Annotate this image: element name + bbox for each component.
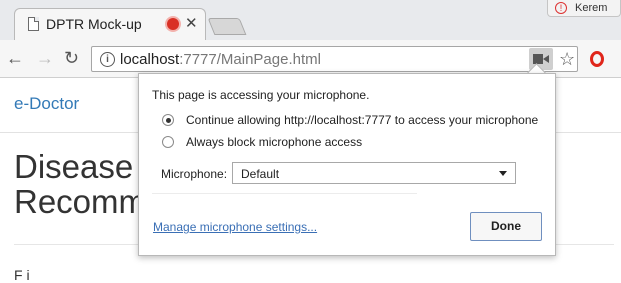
partial-text: F i — [14, 267, 30, 283]
radio-button[interactable] — [162, 136, 174, 148]
profile-icon: ! — [555, 2, 567, 14]
page-heading-line2: Recomm — [14, 183, 147, 220]
info-icon[interactable]: i — [100, 52, 115, 67]
brand-link[interactable]: e-Doctor — [14, 94, 79, 114]
page-heading: Disease Recomm — [14, 149, 146, 219]
opera-icon[interactable] — [590, 51, 604, 67]
radio-label[interactable]: Always block microphone access — [186, 135, 362, 149]
forward-button[interactable]: → — [36, 48, 54, 68]
url-rest: :7777/MainPage.html — [179, 51, 321, 68]
back-button[interactable]: ← — [6, 48, 24, 68]
microphone-select[interactable]: Default — [232, 162, 516, 184]
profile-button[interactable]: ! Kerem — [547, 0, 621, 17]
done-button[interactable]: Done — [470, 212, 542, 241]
microphone-select-value: Default — [241, 167, 280, 181]
url-host: localhost — [120, 51, 180, 68]
microphone-permission-popup: This page is accessing your microphone. … — [138, 73, 556, 256]
browser-tab[interactable]: DPTR Mock-up ✕ — [14, 8, 206, 40]
page-icon — [28, 17, 39, 31]
address-bar[interactable]: i localhost:7777/MainPage.html ☆ — [91, 46, 578, 72]
reload-button[interactable]: ↻ — [64, 48, 79, 68]
new-tab-button[interactable] — [207, 18, 247, 35]
profile-name: Kerem — [575, 2, 608, 14]
radio-button-checked[interactable] — [162, 114, 174, 126]
url-text[interactable]: localhost:7777/MainPage.html — [120, 51, 321, 68]
dropdown-caret-icon — [499, 171, 507, 176]
radio-label[interactable]: Continue allowing http://localhost:7777 … — [186, 113, 538, 127]
popup-title: This page is accessing your microphone. — [152, 88, 370, 102]
tab-strip: DPTR Mock-up ✕ ! Kerem — [0, 0, 621, 40]
microphone-label: Microphone: — [161, 167, 228, 181]
popup-divider — [152, 193, 417, 194]
recording-icon — [167, 18, 179, 30]
bookmark-star-icon[interactable]: ☆ — [559, 49, 575, 70]
tab-title: DPTR Mock-up — [46, 16, 142, 32]
manage-microphone-settings-link[interactable]: Manage microphone settings... — [153, 220, 317, 234]
page-heading-line1: Disease — [14, 148, 134, 185]
close-tab-icon[interactable]: ✕ — [185, 14, 198, 32]
